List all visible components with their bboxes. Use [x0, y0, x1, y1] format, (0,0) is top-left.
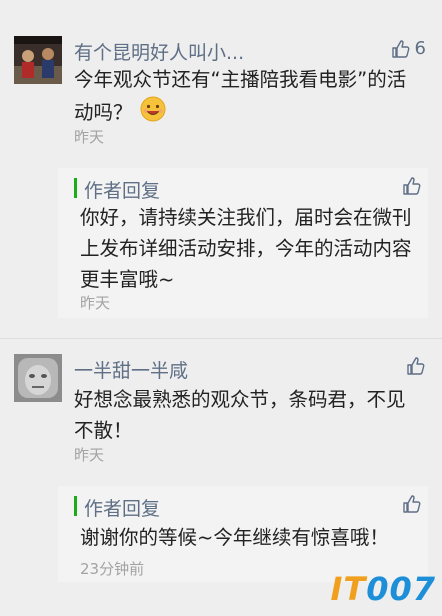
- reply-text: 谢谢你的等候~今年继续有惊喜哦！: [80, 526, 389, 549]
- like-button[interactable]: [402, 494, 422, 514]
- comment-item: 有个昆明好人叫小... 6 今年观众节还有“主播陪我看电影”的活动吗？ 昨天 作…: [0, 0, 442, 330]
- like-button[interactable]: [402, 176, 422, 196]
- reply-label: 作者回复: [84, 498, 161, 520]
- like-count: 6: [414, 38, 426, 59]
- comment-nickname[interactable]: 一半甜一半咸: [74, 356, 188, 383]
- reply-indicator-bar: [74, 496, 77, 516]
- comment-text: 好想念最熟悉的观众节，条码君，不见不散！: [74, 388, 406, 442]
- site-watermark-logo: IT007: [330, 570, 436, 608]
- author-reply: 作者回复 你好，请持续关注我们，届时会在微刊上发布详细活动安排，今年的活动内容更…: [58, 168, 428, 318]
- avatar[interactable]: [14, 354, 62, 402]
- reply-time: 昨天: [80, 294, 111, 312]
- thumbs-up-icon: [403, 177, 421, 195]
- avatar[interactable]: [14, 36, 62, 84]
- comment-nickname[interactable]: 有个昆明好人叫小...: [74, 38, 244, 65]
- thumbs-up-icon: [407, 357, 425, 375]
- comment-time: 昨天: [74, 128, 105, 146]
- reply-time: 23分钟前: [80, 560, 145, 578]
- like-button[interactable]: 6: [391, 38, 426, 59]
- reply-text: 你好，请持续关注我们，届时会在微刊上发布详细活动安排，今年的活动内容更丰富哦~: [80, 206, 412, 291]
- thumbs-up-icon: [403, 495, 421, 513]
- comment-text: 今年观众节还有“主播陪我看电影”的活动吗？: [74, 64, 422, 132]
- reply-label: 作者回复: [84, 180, 161, 202]
- reply-indicator-bar: [74, 178, 77, 198]
- thumbs-up-icon: [391, 39, 409, 58]
- comment-time: 昨天: [74, 446, 105, 464]
- like-button[interactable]: [406, 356, 426, 376]
- smiling-face-icon: [139, 95, 167, 132]
- divider: [0, 338, 442, 339]
- author-reply: 作者回复 谢谢你的等候~今年继续有惊喜哦！ 23分钟前: [58, 486, 428, 582]
